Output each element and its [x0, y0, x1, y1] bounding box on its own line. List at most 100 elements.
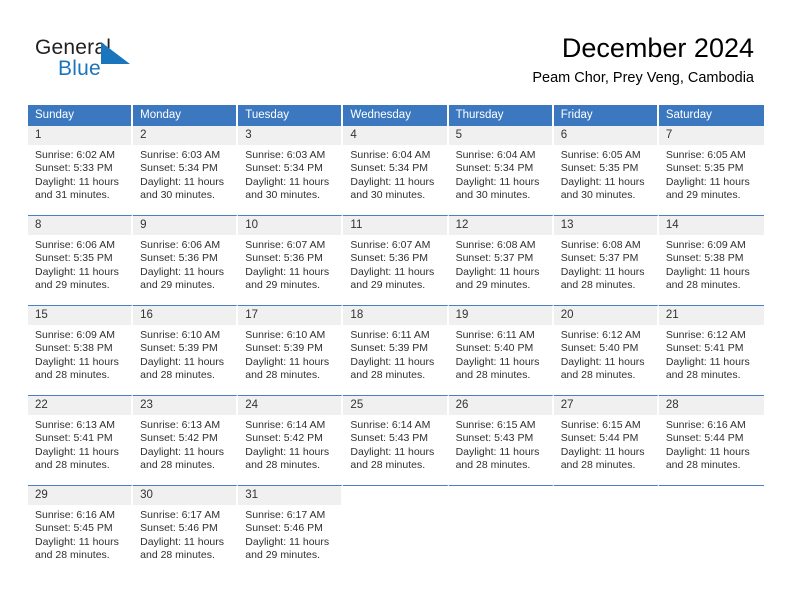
day-cell-details: Sunrise: 6:08 AM Sunset: 5:37 PM Daylight:…: [554, 235, 657, 292]
day-cell-details: Sunrise: 6:15 AM Sunset: 5:43 PM Daylight:…: [449, 415, 552, 472]
calendar-day-cell[interactable]: 30 Sunrise: 6:17 AM Sunset: 5:46 PM Dayligh…: [133, 486, 239, 575]
weekday-header-row: Sunday Monday Tuesday Wednesday Thursday Frid…: [28, 105, 764, 126]
calendar-day-cell[interactable]: 6 Sunrise: 6:05 AM Sunset: 5:35 PM Daylight…: [553, 126, 659, 216]
daylight-text-line2: and 28 minutes.: [245, 368, 320, 381]
daylight-text-line2: and 29 minutes.: [140, 278, 215, 291]
calendar-day-cell[interactable]: 28 Sunrise: 6:16 AM Sunset: 5:44 PM Dayligh…: [658, 396, 764, 486]
calendar-day-cell[interactable]: 11 Sunrise: 6:07 AM Sunset: 5:36 PM Dayligh…: [343, 216, 449, 306]
calendar-body: 1 Sunrise: 6:02 AM Sunset: 5:33 PM Daylight…: [28, 126, 764, 575]
calendar-day-cell[interactable]: 23 Sunrise: 6:13 AM Sunset: 5:42 PM Dayligh…: [133, 396, 239, 486]
calendar-day-cell-empty: [658, 486, 764, 575]
calendar-day-cell[interactable]: 15 Sunrise: 6:09 AM Sunset: 5:38 PM Dayligh…: [28, 306, 134, 396]
calendar-week-row: 1 Sunrise: 6:02 AM Sunset: 5:33 PM Daylight…: [28, 126, 764, 216]
day-number: 1: [28, 126, 132, 145]
day-cell-inner: 14 Sunrise: 6:09 AM Sunset: 5:38 PM Dayligh…: [658, 216, 764, 305]
calendar-day-cell[interactable]: 22 Sunrise: 6:13 AM Sunset: 5:41 PM Dayligh…: [28, 396, 134, 486]
calendar-day-cell[interactable]: 19 Sunrise: 6:11 AM Sunset: 5:40 PM Dayligh…: [448, 306, 554, 396]
location-subtitle: Peam Chor, Prey Veng, Cambodia: [532, 70, 754, 86]
calendar-day-cell[interactable]: 7 Sunrise: 6:05 AM Sunset: 5:35 PM Daylight…: [658, 126, 764, 216]
calendar-day-cell[interactable]: 8 Sunrise: 6:06 AM Sunset: 5:35 PM Daylight…: [28, 216, 134, 306]
day-cell-details: Sunrise: 6:10 AM Sunset: 5:39 PM Daylight:…: [133, 325, 236, 382]
calendar-day-cell[interactable]: 9 Sunrise: 6:06 AM Sunset: 5:36 PM Daylight…: [133, 216, 239, 306]
calendar-day-cell[interactable]: 10 Sunrise: 6:07 AM Sunset: 5:36 PM Dayligh…: [238, 216, 344, 306]
sunrise-text: Sunrise: 6:15 AM: [560, 419, 641, 431]
calendar-week-row: 8 Sunrise: 6:06 AM Sunset: 5:35 PM Daylight…: [28, 216, 764, 306]
sunrise-text: Sunrise: 6:05 AM: [665, 149, 746, 161]
calendar-day-cell[interactable]: 4 Sunrise: 6:04 AM Sunset: 5:34 PM Daylight…: [343, 126, 449, 216]
day-number: 8: [28, 216, 132, 235]
day-cell-details: Sunrise: 6:02 AM Sunset: 5:33 PM Daylight:…: [28, 145, 131, 202]
calendar-day-cell[interactable]: 2 Sunrise: 6:03 AM Sunset: 5:34 PM Daylight…: [133, 126, 239, 216]
sunrise-text: Sunrise: 6:13 AM: [35, 419, 115, 431]
day-cell-details: Sunrise: 6:04 AM Sunset: 5:34 PM Daylight:…: [449, 145, 552, 202]
calendar-week-row: 15 Sunrise: 6:09 AM Sunset: 5:38 PM Dayligh…: [28, 306, 764, 396]
calendar-day-cell[interactable]: 27 Sunrise: 6:15 AM Sunset: 5:44 PM Dayligh…: [553, 396, 659, 486]
calendar-day-cell[interactable]: 26 Sunrise: 6:15 AM Sunset: 5:43 PM Dayligh…: [448, 396, 554, 486]
day-cell-inner: 27 Sunrise: 6:15 AM Sunset: 5:44 PM Dayligh…: [553, 396, 657, 485]
daylight-text-line2: and 28 minutes.: [665, 278, 741, 291]
day-cell-details: Sunrise: 6:05 AM Sunset: 5:35 PM Daylight:…: [659, 145, 764, 202]
day-cell-details: Sunrise: 6:14 AM Sunset: 5:42 PM Daylight:…: [238, 415, 341, 472]
calendar-day-cell-empty: [553, 486, 659, 575]
day-cell-inner: 6 Sunrise: 6:05 AM Sunset: 5:35 PM Daylight…: [553, 126, 657, 215]
day-cell-details: Sunrise: 6:14 AM Sunset: 5:43 PM Daylight:…: [343, 415, 446, 472]
day-cell-inner: 22 Sunrise: 6:13 AM Sunset: 5:41 PM Dayligh…: [28, 396, 132, 485]
day-cell-inner: 26 Sunrise: 6:15 AM Sunset: 5:43 PM Dayligh…: [448, 396, 552, 485]
weekday-header-monday: Monday: [133, 105, 239, 126]
sunset-text: Sunset: 5:34 PM: [455, 162, 534, 175]
general-blue-logo[interactable]: General Blue: [35, 36, 165, 84]
day-cell-details: Sunrise: 6:10 AM Sunset: 5:39 PM Daylight:…: [238, 325, 341, 382]
calendar-day-cell[interactable]: 16 Sunrise: 6:10 AM Sunset: 5:39 PM Dayligh…: [133, 306, 239, 396]
sunset-text: Sunset: 5:34 PM: [350, 162, 429, 175]
daylight-text-line2: and 29 minutes.: [455, 278, 531, 291]
sunrise-text: Sunrise: 6:07 AM: [350, 239, 431, 251]
day-cell-inner: 20 Sunrise: 6:12 AM Sunset: 5:40 PM Dayligh…: [553, 306, 657, 395]
daylight-text-line1: Daylight: 11 hours: [245, 175, 330, 188]
calendar-day-cell[interactable]: 29 Sunrise: 6:16 AM Sunset: 5:45 PM Dayligh…: [28, 486, 134, 575]
daylight-text-line1: Daylight: 11 hours: [455, 445, 540, 458]
calendar-day-cell[interactable]: 21 Sunrise: 6:12 AM Sunset: 5:41 PM Dayligh…: [658, 306, 764, 396]
sunrise-text: Sunrise: 6:08 AM: [455, 239, 536, 251]
day-cell-inner: 8 Sunrise: 6:06 AM Sunset: 5:35 PM Daylight…: [28, 216, 132, 305]
sunset-text: Sunset: 5:44 PM: [560, 432, 639, 445]
calendar-day-cell[interactable]: 13 Sunrise: 6:08 AM Sunset: 5:37 PM Dayligh…: [553, 216, 659, 306]
sunrise-text: Sunrise: 6:09 AM: [35, 329, 115, 341]
calendar-day-cell[interactable]: 17 Sunrise: 6:10 AM Sunset: 5:39 PM Dayligh…: [238, 306, 344, 396]
daylight-text-line1: Daylight: 11 hours: [140, 265, 224, 278]
sunset-text: Sunset: 5:39 PM: [140, 342, 218, 355]
day-number: 22: [28, 396, 132, 415]
calendar-day-cell[interactable]: 3 Sunrise: 6:03 AM Sunset: 5:34 PM Daylight…: [238, 126, 344, 216]
daylight-text-line2: and 28 minutes.: [455, 368, 531, 381]
daylight-text-line1: Daylight: 11 hours: [560, 355, 645, 368]
calendar-day-cell[interactable]: 12 Sunrise: 6:08 AM Sunset: 5:37 PM Dayligh…: [448, 216, 554, 306]
sunrise-text: Sunrise: 6:14 AM: [350, 419, 431, 431]
sunrise-text: Sunrise: 6:17 AM: [140, 509, 221, 521]
daylight-text-line1: Daylight: 11 hours: [245, 355, 330, 368]
calendar-day-cell[interactable]: 25 Sunrise: 6:14 AM Sunset: 5:43 PM Dayligh…: [343, 396, 449, 486]
day-cell-details: Sunrise: 6:03 AM Sunset: 5:34 PM Daylight:…: [133, 145, 236, 202]
calendar-day-cell[interactable]: 24 Sunrise: 6:14 AM Sunset: 5:42 PM Dayligh…: [238, 396, 344, 486]
calendar-day-cell[interactable]: 20 Sunrise: 6:12 AM Sunset: 5:40 PM Dayligh…: [553, 306, 659, 396]
sunset-text: Sunset: 5:38 PM: [665, 252, 744, 265]
sunrise-text: Sunrise: 6:09 AM: [665, 239, 746, 251]
calendar-day-cell[interactable]: 31 Sunrise: 6:17 AM Sunset: 5:46 PM Dayligh…: [238, 486, 344, 575]
calendar-day-cell[interactable]: 5 Sunrise: 6:04 AM Sunset: 5:34 PM Daylight…: [448, 126, 554, 216]
weekday-header-tuesday: Tuesday: [238, 105, 344, 126]
empty-cell-filler: [658, 486, 764, 575]
daylight-text-line2: and 28 minutes.: [350, 458, 426, 471]
daylight-text-line2: and 28 minutes.: [35, 458, 110, 471]
day-cell-details: Sunrise: 6:17 AM Sunset: 5:46 PM Daylight:…: [238, 505, 341, 562]
day-cell-details: Sunrise: 6:08 AM Sunset: 5:37 PM Daylight:…: [449, 235, 552, 292]
day-number: 21: [658, 306, 764, 325]
calendar-day-cell[interactable]: 1 Sunrise: 6:02 AM Sunset: 5:33 PM Daylight…: [28, 126, 134, 216]
calendar-day-cell[interactable]: 14 Sunrise: 6:09 AM Sunset: 5:38 PM Dayligh…: [658, 216, 764, 306]
day-cell-details: Sunrise: 6:11 AM Sunset: 5:40 PM Daylight:…: [449, 325, 552, 382]
day-cell-details: Sunrise: 6:16 AM Sunset: 5:45 PM Daylight:…: [28, 505, 131, 562]
day-cell-inner: 12 Sunrise: 6:08 AM Sunset: 5:37 PM Dayligh…: [448, 216, 552, 305]
sunrise-text: Sunrise: 6:04 AM: [350, 149, 431, 161]
calendar-day-cell[interactable]: 18 Sunrise: 6:11 AM Sunset: 5:39 PM Dayligh…: [343, 306, 449, 396]
day-cell-details: Sunrise: 6:12 AM Sunset: 5:40 PM Daylight:…: [554, 325, 657, 382]
sunset-text: Sunset: 5:35 PM: [665, 162, 744, 175]
day-number: 15: [28, 306, 132, 325]
day-cell-inner: 19 Sunrise: 6:11 AM Sunset: 5:40 PM Dayligh…: [448, 306, 552, 395]
